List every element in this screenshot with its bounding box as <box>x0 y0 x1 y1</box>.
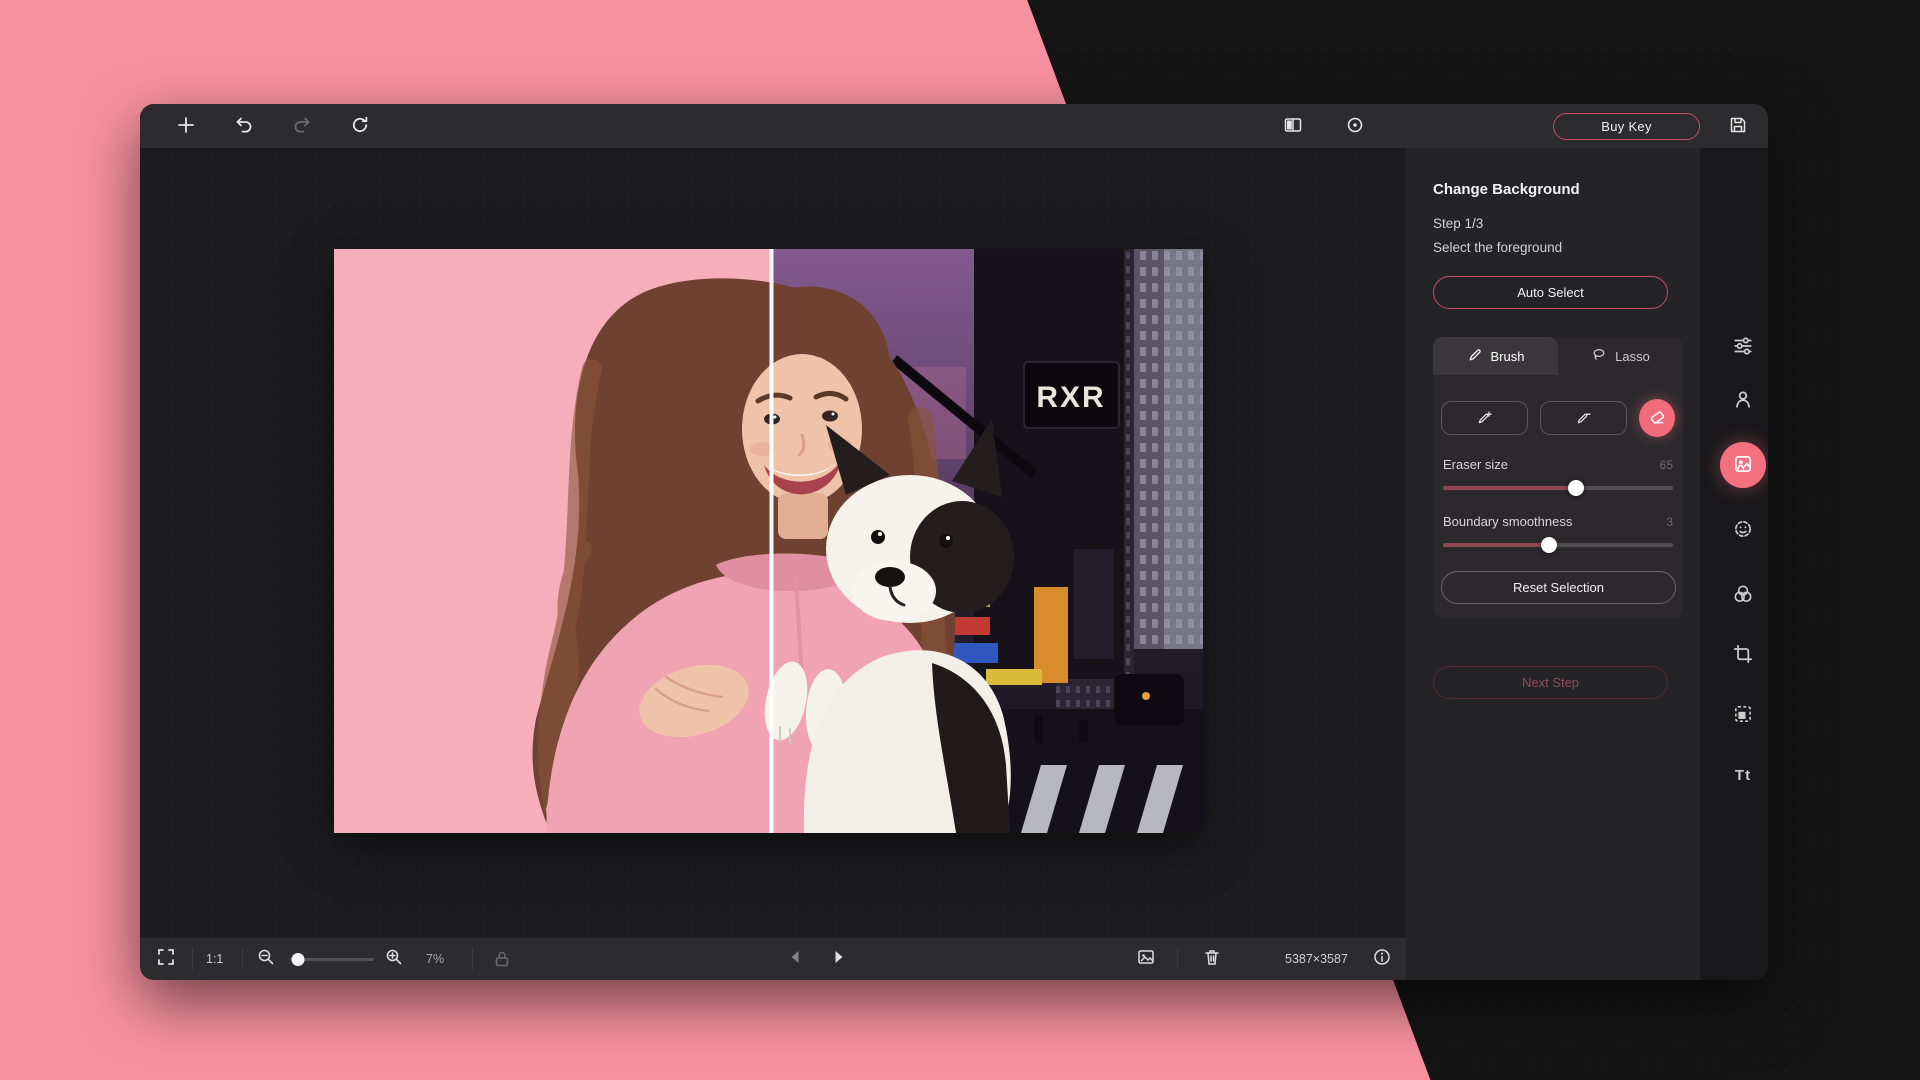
tab-brush[interactable]: Brush <box>1433 337 1558 375</box>
portrait-tool[interactable] <box>1726 383 1760 417</box>
boundary-smoothness-value: 3 <box>1666 515 1673 529</box>
text-tool-icon: Tt <box>1735 767 1751 784</box>
canvas-area[interactable]: RXR <box>140 148 1406 937</box>
add-button[interactable] <box>172 112 200 140</box>
info-button[interactable] <box>1372 938 1392 980</box>
zoom-out-icon <box>256 947 276 972</box>
tool-rail: Tt <box>1718 148 1768 980</box>
canvas-resize-icon <box>1732 703 1754 728</box>
boundary-smoothness-slider[interactable] <box>1443 543 1673 547</box>
face-retouch-tool[interactable] <box>1726 513 1760 547</box>
canvas-image[interactable]: RXR <box>334 249 1203 833</box>
effects-tool[interactable] <box>1726 578 1760 612</box>
eraser-size-slider-thumb[interactable] <box>1568 480 1584 496</box>
zoom-percent-label: 7% <box>426 938 444 980</box>
eraser-size-label: Eraser size <box>1443 457 1508 472</box>
panel-step: Step 1/3 <box>1433 216 1700 231</box>
add-icon <box>176 115 196 138</box>
auto-select-button[interactable]: Auto Select <box>1433 276 1668 309</box>
next-image-button[interactable] <box>828 938 848 980</box>
brush-icon <box>1467 347 1483 366</box>
adjustments-tool[interactable] <box>1726 330 1760 364</box>
redo-icon <box>292 115 312 138</box>
preview-button[interactable] <box>1341 112 1369 140</box>
panel-instruction: Select the foreground <box>1433 240 1700 255</box>
crop-tool[interactable] <box>1726 638 1760 672</box>
top-toolbar: Buy Key <box>140 104 1768 148</box>
next-image-icon <box>828 947 848 972</box>
buy-key-button[interactable]: Buy Key <box>1553 113 1700 140</box>
portrait-icon <box>1732 388 1754 413</box>
canvas-resize-tool[interactable] <box>1726 698 1760 732</box>
undo-button[interactable] <box>230 112 258 140</box>
boundary-smoothness-label: Boundary smoothness <box>1443 514 1572 529</box>
refresh-icon <box>350 115 370 138</box>
app-window: Buy Key <box>140 104 1768 980</box>
eraser-tool-button[interactable] <box>1639 399 1675 437</box>
preview-icon <box>1345 115 1365 138</box>
crop-icon <box>1732 643 1754 668</box>
zoom-in-button[interactable] <box>384 938 404 980</box>
side-panel: Change Background Step 1/3 Select the fo… <box>1406 148 1700 980</box>
zoom-slider[interactable] <box>290 958 374 961</box>
ratio-button[interactable]: 1:1 <box>206 938 223 980</box>
next-step-button[interactable]: Next Step <box>1433 666 1668 699</box>
zoom-in-icon <box>384 947 404 972</box>
refresh-button[interactable] <box>346 112 374 140</box>
lock-icon <box>492 938 512 980</box>
info-icon <box>1372 947 1392 972</box>
prev-image-icon <box>786 947 806 972</box>
image-icon <box>1136 947 1156 972</box>
face-icon <box>1732 518 1754 543</box>
brush-plus-icon <box>1477 409 1493 428</box>
brush-size-increase-button[interactable] <box>1441 401 1528 435</box>
adjustments-icon <box>1732 335 1754 360</box>
eraser-size-value: 65 <box>1660 458 1673 472</box>
reset-selection-button[interactable]: Reset Selection <box>1441 571 1676 604</box>
delete-icon <box>1202 947 1222 972</box>
eraser-size-slider[interactable] <box>1443 486 1673 490</box>
eraser-icon <box>1648 407 1667 429</box>
fit-screen-button[interactable] <box>156 938 176 980</box>
split-divider[interactable] <box>770 249 774 833</box>
zoom-slider-thumb[interactable] <box>291 953 304 966</box>
save-button[interactable] <box>1724 112 1752 140</box>
delete-button[interactable] <box>1202 938 1222 980</box>
effects-icon <box>1732 583 1754 608</box>
image-thumbnail-button[interactable] <box>1136 938 1156 980</box>
image-dimensions-label: 5387×3587 <box>1285 938 1348 980</box>
boundary-smoothness-slider-thumb[interactable] <box>1541 537 1557 553</box>
split-view-button[interactable] <box>1279 112 1307 140</box>
redo-button[interactable] <box>288 112 316 140</box>
tab-lasso-label: Lasso <box>1615 349 1650 364</box>
undo-icon <box>234 115 254 138</box>
brush-minus-icon <box>1576 409 1592 428</box>
prev-image-button[interactable] <box>786 938 806 980</box>
brush-size-decrease-button[interactable] <box>1540 401 1627 435</box>
save-icon <box>1728 115 1748 138</box>
tab-brush-label: Brush <box>1491 349 1525 364</box>
lasso-icon <box>1591 347 1607 366</box>
text-tool[interactable]: Tt <box>1726 758 1760 792</box>
change-background-icon <box>1732 453 1754 478</box>
change-background-tool[interactable] <box>1720 442 1766 488</box>
selection-tools-section: Brush Lasso <box>1433 337 1683 618</box>
fit-screen-icon <box>156 947 176 972</box>
status-bar: 1:1 7% <box>140 937 1406 980</box>
panel-title: Change Background <box>1433 181 1700 198</box>
split-view-icon <box>1283 115 1303 138</box>
tab-lasso[interactable]: Lasso <box>1558 337 1683 375</box>
billboard-text: RXR <box>1036 381 1105 414</box>
zoom-out-button[interactable] <box>256 938 276 980</box>
